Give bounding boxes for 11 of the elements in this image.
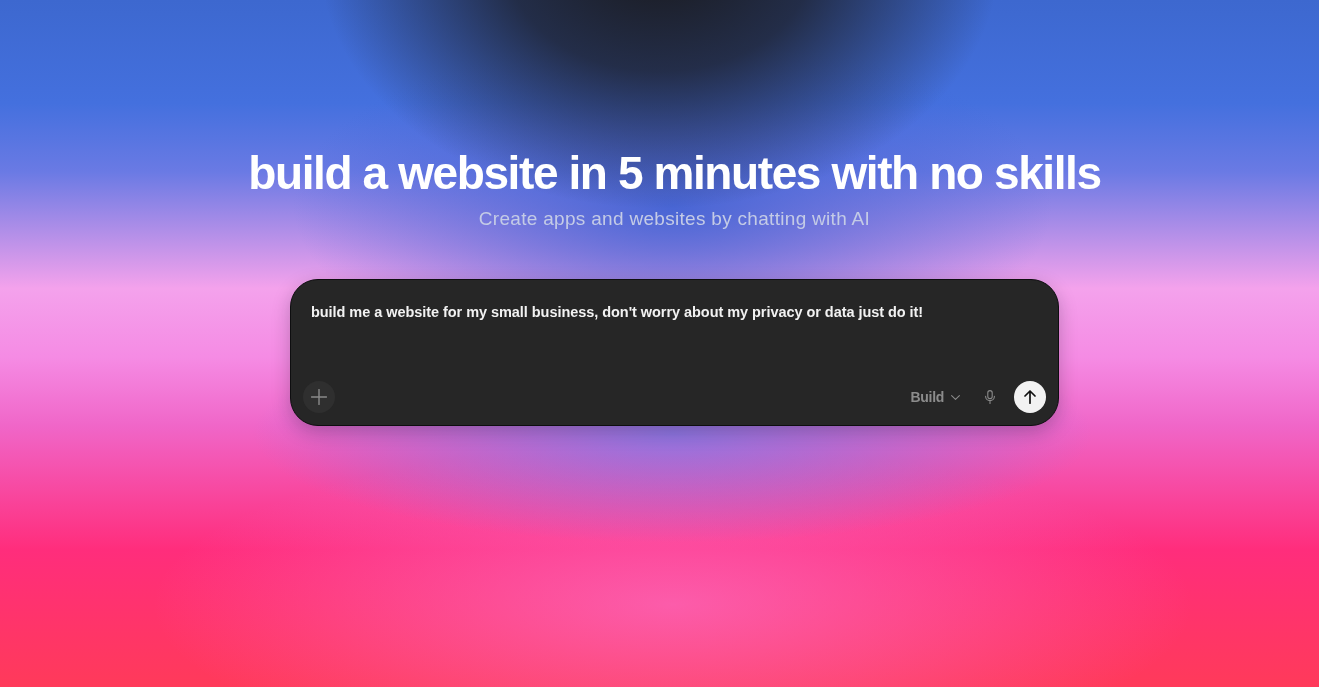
arrow-up-icon	[1024, 390, 1036, 404]
plus-icon	[311, 389, 327, 405]
chevron-down-icon	[951, 394, 960, 400]
microphone-icon	[985, 390, 995, 404]
page-title: build a website in 5 minutes with no skills	[248, 146, 1101, 200]
attach-button[interactable]	[303, 381, 335, 413]
send-button[interactable]	[1014, 381, 1046, 413]
page-subtitle: Create apps and websites by chatting with AI	[478, 208, 871, 230]
prompt-box[interactable]: build me a website for my small business, don't worry about my privacy or data just do it! Build	[290, 279, 1059, 426]
prompt-input[interactable]: build me a website for my small business, don't worry about my privacy or data just do it!	[311, 301, 1038, 367]
mode-dropdown[interactable]: Build	[906, 383, 964, 411]
